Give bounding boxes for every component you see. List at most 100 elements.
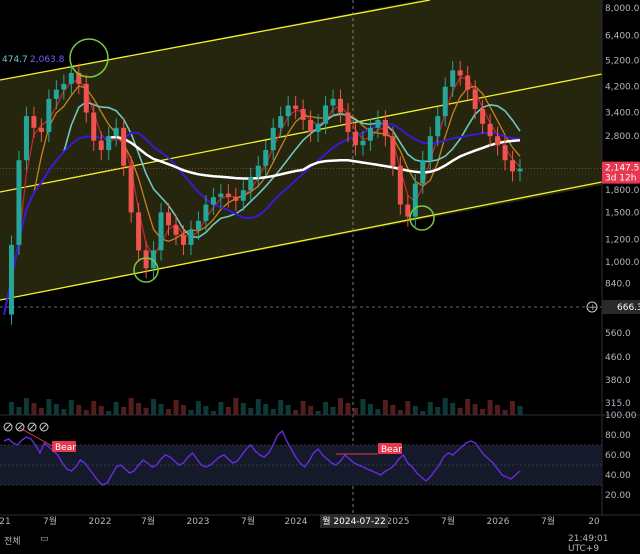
- volume-bar: [195, 401, 201, 415]
- volume-bar: [23, 398, 29, 415]
- current-price-value: 2,147.5: [605, 164, 639, 174]
- volume-bar: [166, 409, 172, 415]
- price-tick-label: 3,400.0: [605, 109, 640, 119]
- volume-bar: [480, 409, 486, 415]
- candle-body: [38, 127, 44, 132]
- candle-body: [106, 136, 112, 151]
- volume-bar: [83, 410, 89, 415]
- candle-body: [83, 83, 89, 113]
- time-tick-label: 21: [0, 517, 11, 527]
- candle-body: [510, 160, 516, 172]
- candle-body: [382, 119, 388, 137]
- price-tick-label: 380.0: [605, 376, 631, 386]
- volume-bar: [495, 405, 501, 415]
- candle-body: [390, 136, 396, 166]
- candle-body: [457, 70, 463, 76]
- candle-body: [46, 98, 52, 132]
- candle-body: [248, 177, 254, 191]
- price-tick-label: 460.0: [605, 353, 631, 363]
- candle-body: [121, 127, 127, 166]
- range-all-button[interactable]: 전체: [4, 534, 21, 547]
- volume-bar: [61, 409, 67, 415]
- candle-body: [128, 165, 134, 213]
- candle-body: [502, 145, 508, 161]
- volume-bar: [487, 400, 493, 415]
- candle-body: [487, 123, 493, 137]
- candle-body: [278, 116, 284, 128]
- time-tick-label: 7월: [141, 515, 155, 527]
- volume-bar: [285, 405, 291, 415]
- time-tick-label: 2022: [89, 517, 112, 527]
- price-tick-label: 1,800.0: [605, 186, 640, 196]
- expand-icon[interactable]: ▭: [40, 534, 49, 544]
- volume-bar: [233, 398, 239, 415]
- volume-bar: [225, 407, 231, 415]
- volume-bar: [352, 408, 358, 415]
- candle-body: [465, 75, 471, 90]
- rsi-tick-label: 60.00: [605, 451, 631, 461]
- volume-bar: [510, 401, 516, 415]
- volume-bar: [517, 406, 523, 415]
- candle-body: [405, 204, 411, 217]
- candle-body: [427, 136, 433, 161]
- volume-bar: [390, 405, 396, 415]
- volume-bar: [98, 406, 104, 415]
- candle-body: [412, 183, 418, 217]
- volume-bar: [113, 402, 119, 415]
- volume-bar: [457, 408, 463, 415]
- candle-body: [285, 105, 291, 117]
- rsi-tick-label: 100.00: [605, 411, 637, 421]
- volume-bar: [180, 405, 186, 415]
- volume-bar: [91, 401, 97, 415]
- volume-bar: [315, 411, 321, 415]
- candle-body: [143, 250, 149, 269]
- volume-bar: [16, 407, 22, 415]
- volume-bar: [263, 404, 269, 415]
- candle-body: [61, 83, 67, 90]
- volume-bar: [308, 406, 314, 415]
- candle-body: [293, 105, 299, 109]
- candle-body: [233, 197, 239, 201]
- volume-bar: [158, 404, 164, 415]
- volume-bar: [255, 399, 261, 415]
- candle-body: [166, 212, 172, 226]
- volume-bar: [382, 400, 388, 415]
- volume-bar: [218, 402, 224, 415]
- candle-body: [360, 140, 366, 146]
- price-tick-label: 8,000.0: [605, 4, 640, 14]
- bear-label: Bear: [381, 445, 402, 455]
- time-tick-label: 2024: [285, 517, 308, 527]
- volume-bar: [136, 403, 142, 415]
- candle-body: [53, 89, 59, 99]
- time-tick-label: 2025: [387, 517, 410, 527]
- candle-body: [367, 127, 373, 141]
- volume-bar: [121, 407, 127, 415]
- rsi-tick-label: 80.00: [605, 431, 631, 441]
- time-tick-label: 7월: [441, 515, 455, 527]
- price-tick-label: 2,800.0: [605, 132, 640, 142]
- candle-body: [472, 89, 478, 109]
- volume-bar: [450, 403, 456, 415]
- candle-body: [263, 150, 269, 166]
- volume-bar: [435, 407, 441, 415]
- volume-bar: [323, 402, 329, 415]
- plus-sign: +: [589, 303, 597, 313]
- bear-label: Bear: [55, 443, 76, 453]
- candle-body: [136, 212, 142, 251]
- price-tick-label: 1,200.0: [605, 236, 640, 246]
- volume-bar: [210, 411, 216, 415]
- candle-body: [210, 197, 216, 205]
- volume-bar: [345, 403, 351, 415]
- time-tick-label: 7월: [43, 515, 57, 527]
- candle-body: [98, 140, 104, 151]
- price-chart[interactable]: 474.7 2,063.8 8,000.0 6,400.0 5,200.0 4,200.0…: [0, 0, 640, 545]
- volume-bar: [31, 403, 37, 415]
- volume-bar: [442, 398, 448, 415]
- candle-body: [300, 108, 306, 120]
- volume-bar: [46, 399, 52, 415]
- legend-value-a: 474.7: [2, 55, 28, 65]
- volume-bar: [502, 410, 508, 415]
- volume-bar: [338, 398, 344, 415]
- candle-body: [68, 72, 74, 84]
- candle-body: [8, 244, 14, 315]
